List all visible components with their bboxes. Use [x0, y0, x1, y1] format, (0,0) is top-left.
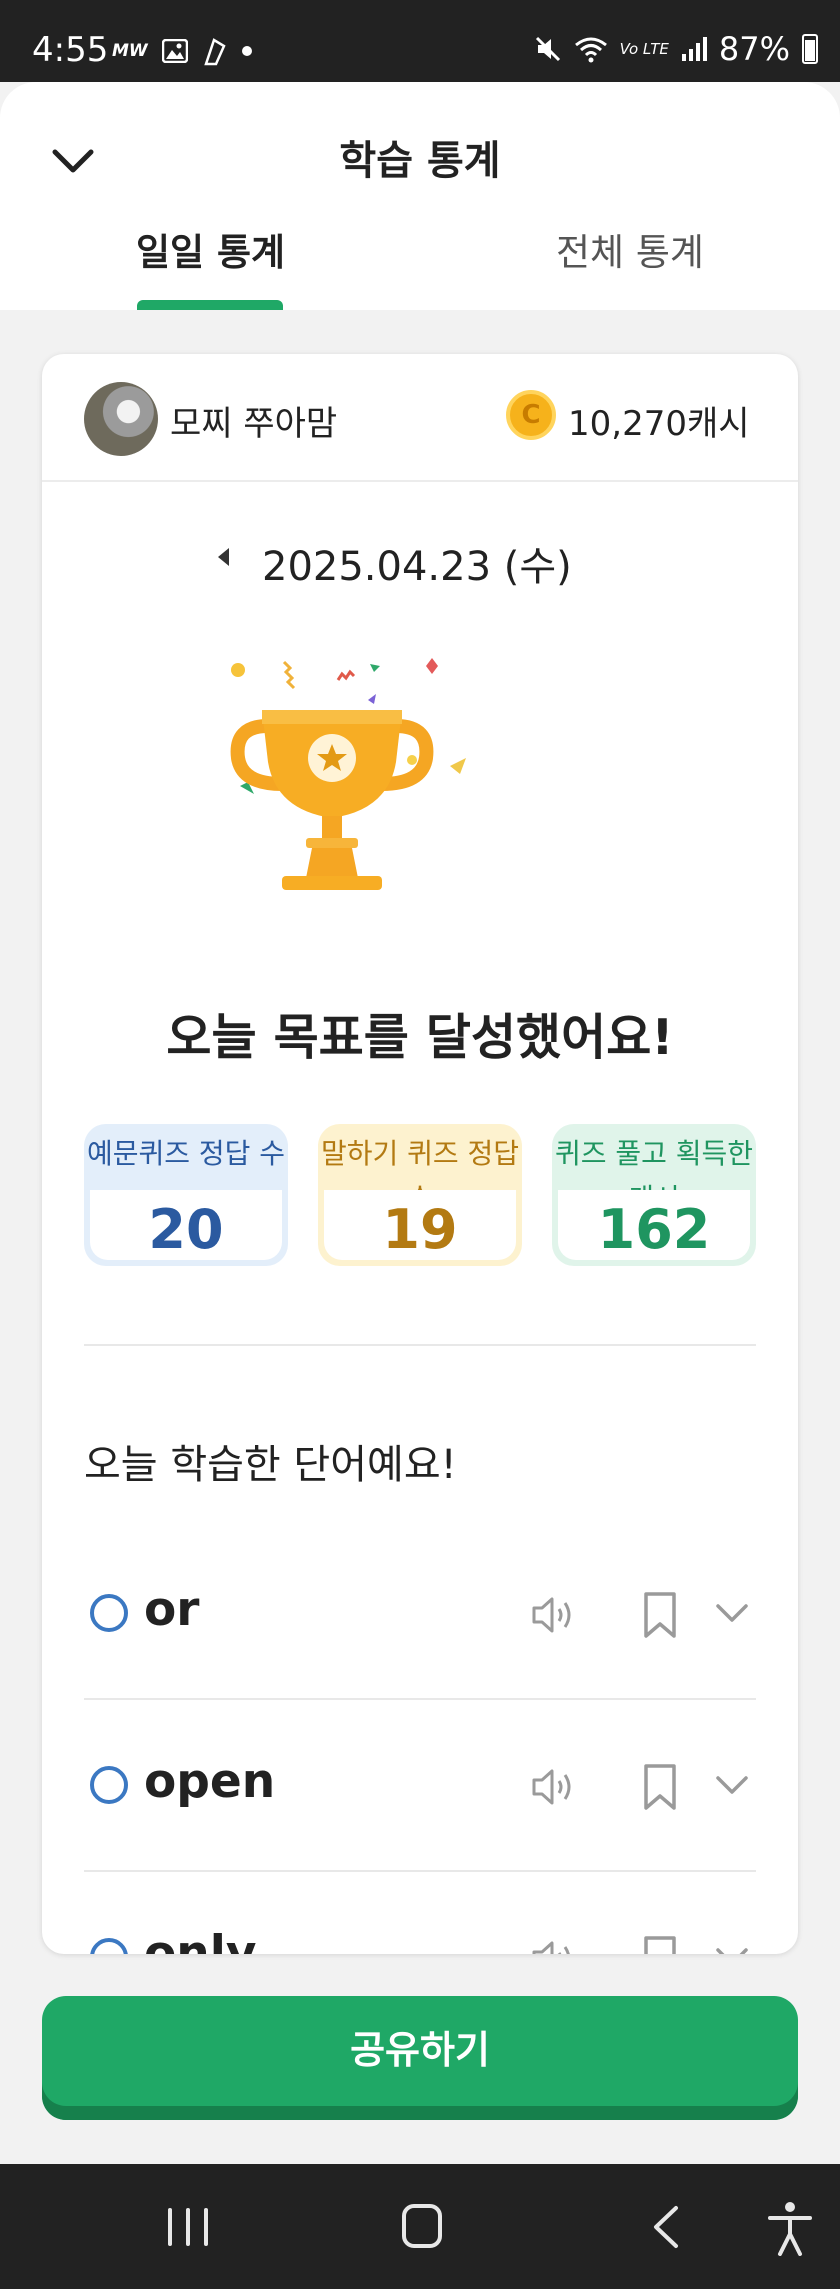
network-label: Vo LTE — [619, 40, 669, 58]
words-section-title: 오늘 학습한 단어예요! — [84, 1442, 457, 1488]
stat-value: 162 — [597, 1198, 711, 1261]
system-icons: Vo LTE 87% — [534, 30, 818, 68]
stat-speaking-quiz: 말하기 퀴즈 정답 수 19 — [318, 1124, 522, 1266]
status-time: 4:55 — [32, 30, 109, 70]
speaker-icon[interactable] — [528, 1762, 578, 1812]
header: 학습 통계 일일 통계 전체 통계 — [0, 82, 840, 310]
page-title: 학습 통계 — [339, 138, 501, 184]
tab-daily-stats[interactable]: 일일 통계 — [136, 222, 285, 276]
chevron-down-icon[interactable] — [712, 1938, 752, 1954]
previous-date-icon[interactable] — [218, 548, 229, 566]
chevron-down-icon[interactable] — [712, 1594, 752, 1634]
battery-percent: 87% — [718, 30, 790, 68]
date-selector: 2025.04.23 (수) — [42, 530, 798, 590]
word-text: or — [144, 1582, 200, 1637]
signal-icon — [681, 37, 707, 61]
bookmark-icon[interactable] — [640, 1590, 680, 1640]
home-icon[interactable] — [402, 2204, 442, 2248]
bookmark-icon[interactable] — [640, 1934, 680, 1954]
cash-amount: 10,270캐시 — [568, 404, 750, 444]
mute-icon — [535, 36, 560, 62]
word-status-circle-icon — [90, 1938, 128, 1954]
word-status-circle-icon — [90, 1766, 128, 1804]
carrier-icon: MW — [112, 41, 148, 61]
word-text: open — [144, 1754, 276, 1809]
coin-icon: C — [506, 390, 556, 440]
stat-value: 19 — [382, 1198, 458, 1261]
stat-earned-cash: 퀴즈 풀고 획득한 캐시 162 — [552, 1124, 756, 1266]
status-bar: 4:55 MW Vo LTE 87% — [0, 0, 840, 82]
date-label: 2025.04.23 (수) — [262, 544, 572, 590]
profile-row: 모찌 쭈아맘 C 10,270캐시 — [42, 354, 798, 482]
word-text: only — [144, 1926, 257, 1954]
tab-indicator — [137, 300, 283, 310]
word-row[interactable]: or — [84, 1528, 756, 1700]
share-button[interactable]: 공유하기 — [42, 1996, 798, 2120]
trophy-illustration — [230, 658, 466, 890]
stat-value: 20 — [148, 1198, 224, 1261]
recent-apps-icon[interactable] — [168, 2208, 208, 2246]
tab-total-stats[interactable]: 전체 통계 — [556, 222, 704, 276]
stat-example-quiz: 예문퀴즈 정답 수 20 — [84, 1124, 288, 1266]
section-divider — [84, 1344, 756, 1346]
stat-label: 예문퀴즈 정답 수 — [86, 1137, 286, 1170]
image-icon — [161, 39, 188, 63]
more-dot-icon — [241, 46, 252, 56]
chevron-down-icon[interactable] — [712, 1766, 752, 1806]
app-notification-icon — [203, 38, 226, 66]
word-row[interactable]: open — [84, 1700, 756, 1872]
stat-label: 퀴즈 풀고 획득한 캐시 — [554, 1137, 754, 1190]
stat-label: 말하기 퀴즈 정답 수 — [320, 1137, 520, 1190]
avatar — [84, 382, 158, 456]
wifi-icon — [574, 37, 607, 63]
word-row[interactable]: only — [84, 1872, 756, 1954]
username: 모찌 쭈아맘 — [170, 404, 338, 444]
battery-icon — [802, 34, 818, 64]
bookmark-icon[interactable] — [640, 1762, 680, 1812]
speaker-icon[interactable] — [528, 1590, 578, 1640]
stats-card: 모찌 쭈아맘 C 10,270캐시 2025.04.23 (수) 오늘 목표를 … — [42, 354, 798, 1954]
navigation-bar — [0, 2164, 840, 2289]
word-status-circle-icon — [90, 1594, 128, 1632]
accessibility-icon[interactable] — [766, 2200, 814, 2256]
notification-icons: MW — [112, 36, 252, 66]
goal-message: 오늘 목표를 달성했어요! — [166, 1009, 674, 1066]
back-icon[interactable] — [646, 2204, 686, 2250]
speaker-icon[interactable] — [528, 1934, 578, 1954]
